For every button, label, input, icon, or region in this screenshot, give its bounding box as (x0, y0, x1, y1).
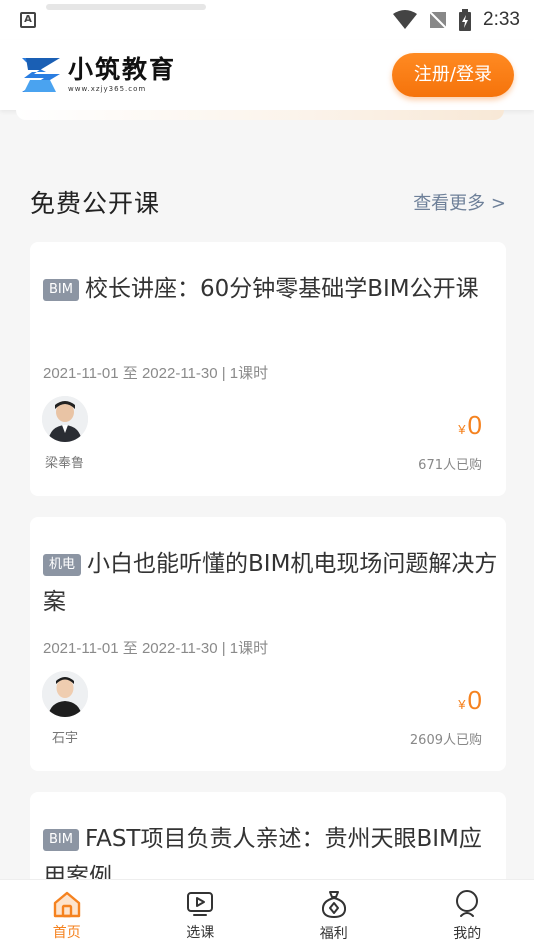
tab-benefits[interactable]: 福利 (267, 880, 401, 951)
course-title-text: 小白也能听懂的BIM机电现场问题解决方案 (43, 551, 498, 615)
home-icon (53, 891, 80, 917)
register-login-button[interactable]: 注册/登录 (391, 53, 514, 97)
section-title: 免费公开课 (30, 189, 161, 218)
teacher-avatar (42, 396, 88, 442)
notification-icon: A (20, 12, 36, 28)
course-price: ¥0 (458, 685, 482, 716)
tab-label: 我的 (453, 925, 482, 942)
gift-icon (321, 890, 346, 918)
tab-label: 首页 (52, 924, 81, 941)
app-screen: A 2:33 小筑教育 www.xzjy365.com 注册/登录 免费公开课 … (0, 0, 534, 951)
play-icon (187, 891, 214, 916)
purchase-count: 671人已购 (418, 458, 482, 473)
user-icon (456, 889, 479, 917)
currency-symbol: ¥ (458, 422, 466, 437)
section-header: 免费公开课 查看更多 > (30, 180, 506, 224)
tab-label: 选课 (186, 924, 215, 941)
tab-home[interactable]: 首页 (0, 880, 134, 951)
battery-charging-icon (459, 9, 472, 31)
see-more-link[interactable]: 查看更多 > (413, 189, 506, 215)
scrolled-content-ghost (46, 4, 206, 10)
course-title-text: 校长讲座：60分钟零基础学BIM公开课 (84, 276, 479, 302)
teacher-name: 石宇 (52, 731, 79, 746)
price-value: 0 (467, 410, 482, 440)
bottom-tab-bar: 首页 选课 福利 我的 (0, 879, 534, 951)
purchase-count: 2609人已购 (409, 733, 482, 748)
status-bar: A 2:33 (0, 0, 534, 40)
course-meta: 2021-11-01 至 2022-11-30 | 1课时 (43, 640, 269, 657)
course-tag: BIM (43, 829, 79, 851)
tab-profile[interactable]: 我的 (401, 880, 534, 951)
course-title: BIM 校长讲座：60分钟零基础学BIM公开课 (43, 270, 498, 308)
tab-label: 福利 (319, 925, 348, 942)
teacher-avatar (42, 671, 88, 717)
price-value: 0 (467, 685, 482, 715)
wifi-icon (393, 10, 418, 29)
course-tag: 机电 (43, 554, 82, 576)
course-price: ¥0 (458, 410, 482, 441)
signal-off-icon (429, 11, 447, 29)
app-header: 小筑教育 www.xzjy365.com 注册/登录 (0, 40, 534, 110)
clock: 2:33 (483, 9, 520, 30)
course-tag: BIM (43, 279, 79, 301)
logo-url: www.xzjy365.com (68, 85, 147, 93)
logo-mark-icon (22, 58, 60, 92)
logo-title: 小筑教育 (68, 55, 177, 84)
currency-symbol: ¥ (458, 697, 466, 712)
course-meta: 2021-11-01 至 2022-11-30 | 1课时 (43, 365, 269, 382)
tab-courses[interactable]: 选课 (134, 880, 268, 951)
brand-logo[interactable]: 小筑教育 www.xzjy365.com (20, 56, 176, 94)
course-title: 机电 小白也能听懂的BIM机电现场问题解决方案 (43, 545, 498, 621)
banner-bottom-edge (16, 110, 504, 120)
teacher-name: 梁奉鲁 (45, 456, 85, 471)
course-card[interactable]: 机电 小白也能听懂的BIM机电现场问题解决方案 2021-11-01 至 2022… (30, 517, 506, 771)
course-card[interactable]: BIM 校长讲座：60分钟零基础学BIM公开课 2021-11-01 至 2022… (30, 242, 506, 496)
